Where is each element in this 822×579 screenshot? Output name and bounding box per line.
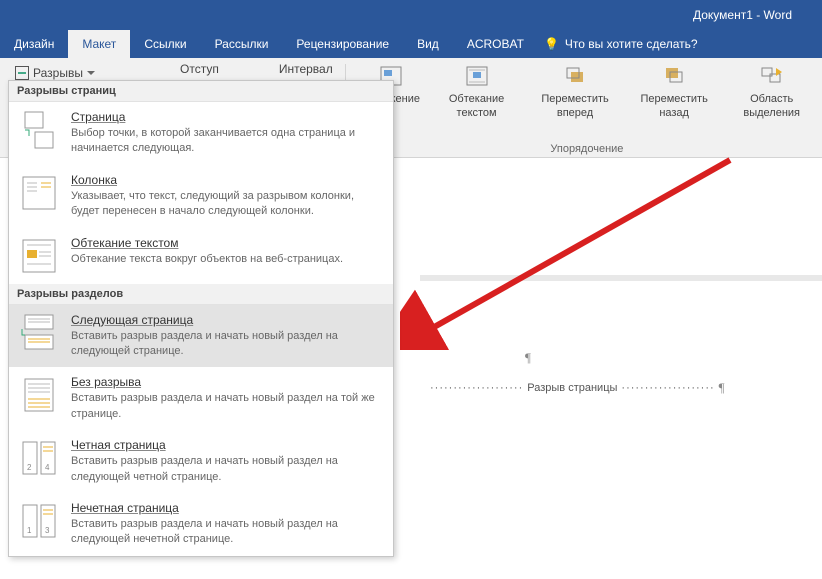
section-header-page-breaks: Разрывы страниц [9, 81, 393, 102]
break-column-icon [19, 173, 59, 213]
break-page-icon [19, 110, 59, 150]
break-text-wrapping[interactable]: Обтекание текстом Обтекание текста вокру… [9, 228, 393, 284]
tab-links[interactable]: Ссылки [130, 30, 200, 58]
lightbulb-icon: 💡 [544, 37, 559, 51]
tab-acrobat[interactable]: ACROBAT [453, 30, 538, 58]
item-title: Страница [71, 110, 383, 124]
item-desc: Вставить разрыв раздела и начать новый р… [71, 517, 383, 548]
break-next-page-icon [19, 313, 59, 353]
bring-forward-button[interactable]: Переместить вперед [527, 64, 623, 137]
item-title: Без разрыва [71, 375, 383, 389]
item-title: Четная страница [71, 438, 383, 452]
interval-label: Интервал [279, 62, 339, 76]
selection-pane-icon [758, 64, 786, 88]
item-desc: Обтекание текста вокруг объектов на веб-… [71, 252, 383, 267]
break-page[interactable]: Страница Выбор точки, в которой заканчив… [9, 102, 393, 165]
tab-review[interactable]: Рецензирование [282, 30, 403, 58]
item-desc: Вставить разрыв раздела и начать новый р… [71, 391, 383, 422]
tab-design[interactable]: Дизайн [0, 30, 68, 58]
window-title: Документ1 - Word [693, 8, 792, 22]
svg-text:3: 3 [45, 526, 50, 535]
break-odd-page[interactable]: 13 Нечетная страница Вставить разрыв раз… [9, 493, 393, 556]
item-desc: Вставить разрыв раздела и начать новый р… [71, 329, 383, 360]
section-header-section-breaks: Разрывы разделов [9, 284, 393, 305]
item-title: Нечетная страница [71, 501, 383, 515]
indent-label: Отступ [180, 62, 219, 76]
tab-mailings[interactable]: Рассылки [201, 30, 283, 58]
breaks-dropdown: Разрывы страниц Страница Выбор точки, в … [8, 80, 394, 557]
item-title: Обтекание текстом [71, 236, 383, 250]
tell-me[interactable]: 💡 Что вы хотите сделать? [544, 30, 698, 58]
bring-forward-icon [561, 64, 589, 88]
item-title: Колонка [71, 173, 383, 187]
break-odd-page-icon: 13 [19, 501, 59, 541]
item-desc: Указывает, что текст, следующий за разры… [71, 189, 383, 220]
send-backward-button[interactable]: Переместить назад [629, 64, 719, 137]
ribbon-tabs: Дизайн Макет Ссылки Рассылки Рецензирова… [0, 30, 822, 58]
page-edge [420, 280, 822, 302]
break-even-page[interactable]: 24 Четная страница Вставить разрыв разде… [9, 430, 393, 493]
arrange-group-label: Упорядочение [352, 143, 822, 157]
svg-text:2: 2 [27, 463, 32, 472]
pilcrow: ¶ [525, 350, 531, 366]
breaks-icon [15, 66, 29, 80]
item-desc: Вставить разрыв раздела и начать новый р… [71, 454, 383, 485]
item-title: Следующая страница [71, 313, 383, 327]
break-continuous-icon [19, 375, 59, 415]
page-break-marker: ···················· Разрыв страницы ···… [430, 380, 725, 396]
selection-pane-button[interactable]: Область выделения [725, 64, 818, 137]
wrap-text-icon [463, 64, 491, 88]
wrap-text-button[interactable]: Обтекание текстом [432, 64, 521, 137]
svg-text:1: 1 [27, 526, 32, 535]
break-column[interactable]: Колонка Указывает, что текст, следующий … [9, 165, 393, 228]
item-desc: Выбор точки, в которой заканчивается одн… [71, 126, 383, 157]
break-even-page-icon: 24 [19, 438, 59, 478]
break-continuous[interactable]: Без разрыва Вставить разрыв раздела и на… [9, 367, 393, 430]
tab-view[interactable]: Вид [403, 30, 453, 58]
title-bar: Документ1 - Word [0, 0, 822, 30]
document-area[interactable]: ¶ ···················· Разрыв страницы ·… [420, 250, 822, 579]
break-next-page[interactable]: Следующая страница Вставить разрыв разде… [9, 305, 393, 368]
break-text-wrapping-icon [19, 236, 59, 276]
tab-layout[interactable]: Макет [68, 30, 130, 58]
send-backward-icon [660, 64, 688, 88]
chevron-down-icon [87, 71, 95, 75]
svg-text:4: 4 [45, 463, 50, 472]
